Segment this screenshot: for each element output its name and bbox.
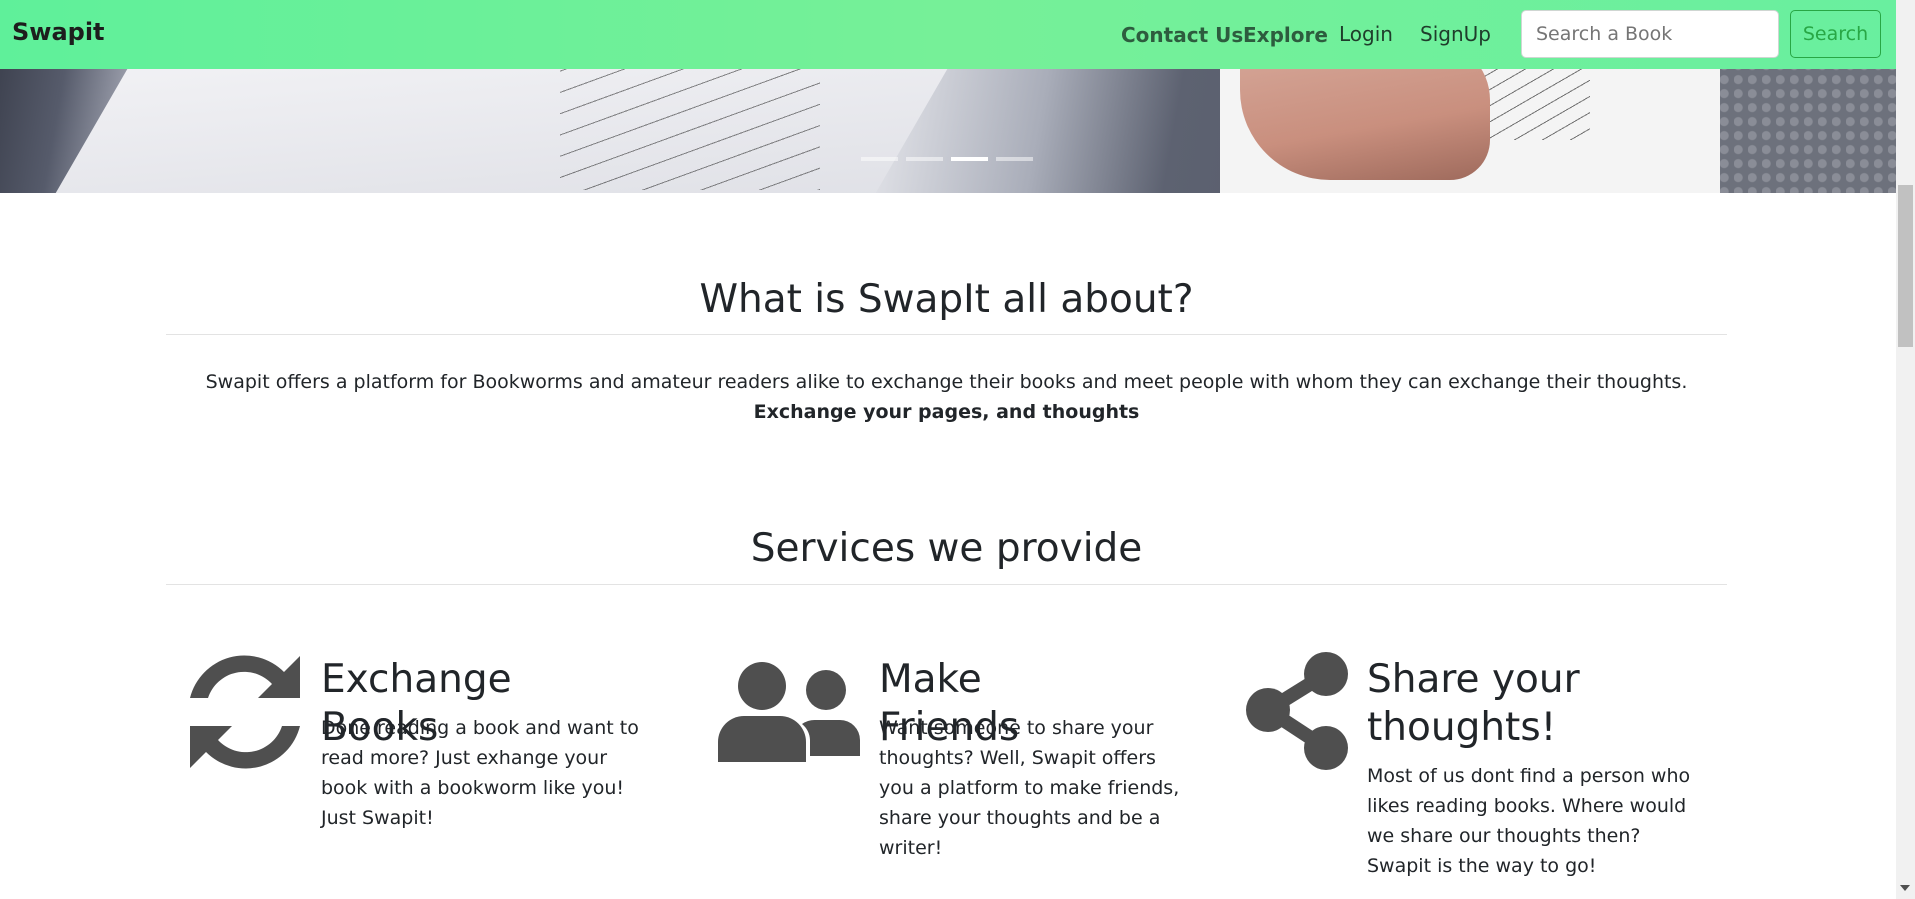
sync-icon bbox=[190, 655, 300, 769]
navbar: Swapit Contact Us Explore Login SignUp S… bbox=[0, 0, 1896, 69]
carousel-indicator-3[interactable] bbox=[951, 157, 988, 161]
about-text-bold: Exchange your pages, and thoughts bbox=[753, 401, 1140, 423]
about-text-body: Swapit offers a platform for Bookworms a… bbox=[205, 371, 1688, 393]
carousel-indicators bbox=[861, 157, 1033, 161]
brand-logo[interactable]: Swapit bbox=[12, 18, 105, 46]
scrollbar-thumb[interactable] bbox=[1898, 185, 1913, 347]
services-title: Services we provide bbox=[750, 526, 1143, 571]
nav-link-login[interactable]: Login bbox=[1339, 22, 1393, 46]
about-text: Swapit offers a platform for Bookworms a… bbox=[180, 367, 1713, 427]
search-button[interactable]: Search bbox=[1790, 10, 1881, 58]
about-divider bbox=[166, 334, 1727, 335]
nav-link-contact-us[interactable]: Contact Us bbox=[1121, 23, 1243, 47]
scroll-down-arrow-icon[interactable] bbox=[1900, 885, 1910, 891]
lace-cloth bbox=[1720, 60, 1896, 193]
nav-link-explore[interactable]: Explore bbox=[1243, 23, 1328, 47]
service-description: Most of us dont find a person who likes … bbox=[1367, 765, 1691, 877]
book-text-left bbox=[560, 60, 820, 190]
service-description: Done reading a book and want to read mor… bbox=[321, 717, 639, 829]
search-input[interactable] bbox=[1521, 10, 1779, 58]
about-title: What is SwapIt all about? bbox=[699, 277, 1194, 322]
page-scrollbar[interactable] bbox=[1896, 0, 1915, 899]
carousel-indicator-1[interactable] bbox=[861, 157, 898, 161]
carousel-indicator-2[interactable] bbox=[906, 157, 943, 161]
service-title: Share your thoughts! bbox=[1367, 657, 1580, 750]
services-divider bbox=[166, 584, 1727, 585]
share-icon bbox=[1246, 652, 1348, 770]
carousel-indicator-4[interactable] bbox=[996, 157, 1033, 161]
users-icon bbox=[718, 662, 860, 762]
nav-link-signup[interactable]: SignUp bbox=[1420, 22, 1491, 46]
service-description: Want someone to share your thoughts? Wel… bbox=[879, 717, 1180, 859]
